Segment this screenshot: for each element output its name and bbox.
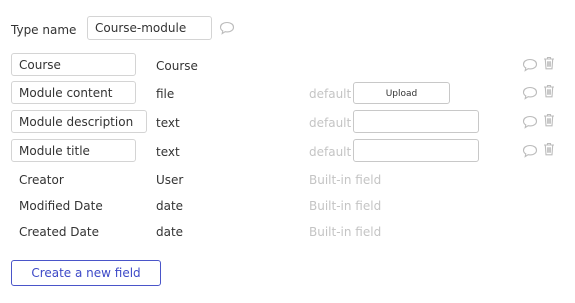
default-label: default bbox=[309, 116, 352, 130]
comment-icon[interactable] bbox=[522, 144, 538, 158]
built-in-label: Built-in field bbox=[309, 173, 382, 187]
field-name: Module title bbox=[19, 143, 90, 158]
field-name: Modified Date bbox=[19, 199, 103, 213]
default-value-input[interactable] bbox=[353, 139, 479, 162]
comment-icon[interactable] bbox=[522, 115, 538, 129]
comment-icon[interactable] bbox=[219, 21, 235, 35]
comment-icon[interactable] bbox=[522, 58, 538, 72]
default-label: default bbox=[309, 87, 352, 101]
field-name: Module content bbox=[19, 85, 113, 100]
field-type: Course bbox=[156, 59, 198, 73]
built-in-label: Built-in field bbox=[309, 199, 382, 213]
upload-label: Upload bbox=[385, 89, 418, 99]
field-type: date bbox=[156, 225, 184, 239]
upload-button[interactable]: Upload bbox=[353, 82, 450, 104]
field-name: Module description bbox=[19, 114, 134, 129]
field-type: User bbox=[156, 173, 184, 187]
create-field-label: Create a new field bbox=[31, 266, 141, 280]
field-name: Creator bbox=[19, 173, 64, 187]
type-name-label: Type name bbox=[11, 23, 77, 37]
create-field-button[interactable]: Create a new field bbox=[11, 260, 161, 286]
field-name-box[interactable]: Course bbox=[11, 53, 136, 76]
field-name-box[interactable]: Module content bbox=[11, 81, 136, 104]
field-type: text bbox=[156, 116, 180, 130]
field-name-box[interactable]: Module description bbox=[11, 110, 147, 133]
trash-icon[interactable] bbox=[543, 56, 555, 70]
type-name-input[interactable]: Course-module bbox=[87, 16, 212, 40]
field-type: date bbox=[156, 199, 184, 213]
comment-icon[interactable] bbox=[522, 86, 538, 100]
trash-icon[interactable] bbox=[543, 142, 555, 156]
field-name: Created Date bbox=[19, 225, 99, 239]
field-type: file bbox=[156, 87, 175, 101]
field-name: Course bbox=[19, 57, 61, 72]
field-type: text bbox=[156, 145, 180, 159]
type-name-value: Course-module bbox=[95, 21, 187, 35]
trash-icon[interactable] bbox=[543, 84, 555, 98]
default-label: default bbox=[309, 145, 352, 159]
built-in-label: Built-in field bbox=[309, 225, 382, 239]
default-value-input[interactable] bbox=[353, 110, 479, 133]
trash-icon[interactable] bbox=[543, 113, 555, 127]
field-name-box[interactable]: Module title bbox=[11, 139, 136, 162]
